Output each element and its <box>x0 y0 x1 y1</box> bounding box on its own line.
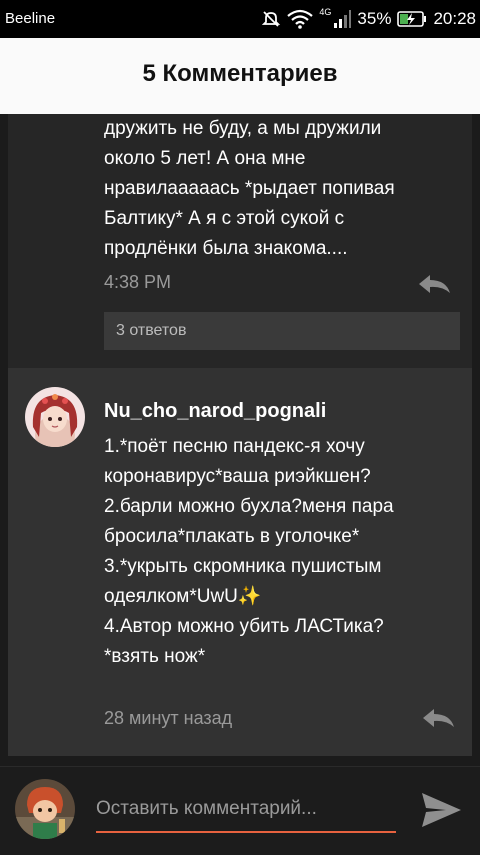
replies-button[interactable]: 3 ответов <box>104 312 460 350</box>
text-line: 1.*поёт песню пандекс-я хочу <box>104 436 365 457</box>
text-line: *взять нож* <box>104 646 206 667</box>
send-icon[interactable] <box>418 789 464 831</box>
text-line: Балтику* А я с этой сукой с <box>104 208 345 229</box>
previous-comment-time: 4:38 PM <box>104 272 172 292</box>
text-line: дружить не буду, а мы дружили <box>104 118 382 139</box>
signal-icon <box>334 10 352 28</box>
text-line: 3.*укрыть скромника пушистым <box>104 556 382 577</box>
reply-icon[interactable] <box>420 706 456 730</box>
clock: 20:28 <box>433 9 476 28</box>
text-line: нравилааааась *рыдает попивая <box>104 178 395 199</box>
sparkles-emoji: ✨ <box>237 586 262 607</box>
comments-list[interactable]: дружить не буду, а мы дружили около 5 ле… <box>0 114 480 766</box>
app-bar: 5 Комментариев <box>0 38 480 114</box>
status-indicators: 4G 35% 20:28 <box>261 0 476 38</box>
mute-icon <box>262 11 281 27</box>
text-line: около 5 лет! А она мне <box>104 148 306 169</box>
text-line: 4.Автор можно убить ЛАСТика? <box>104 616 384 637</box>
comment-card: Nu_cho_narod_pognali 1.*поёт песню панде… <box>8 368 472 756</box>
reply-icon[interactable] <box>416 272 452 296</box>
commenter-avatar[interactable] <box>25 387 85 447</box>
cartoon-character-avatar-image <box>15 779 75 839</box>
comment-composer <box>0 766 480 855</box>
status-bar: Beeline 4G 35% 20:28 <box>0 0 480 38</box>
page-title: 5 Комментариев <box>142 60 338 87</box>
current-user-avatar[interactable] <box>15 779 75 839</box>
text-line: продлёнки была знакома.... <box>104 238 348 259</box>
battery-percent: 35% <box>357 9 392 28</box>
anime-girl-avatar-image <box>25 387 85 447</box>
network-type-label: 4G <box>319 7 332 17</box>
text-line: 2.барли можно бухла?меня пара <box>104 496 394 517</box>
comment-text: 1.*поёт песню пандекс-я хочу коронавирус… <box>104 432 464 672</box>
comment-input[interactable] <box>96 787 396 833</box>
carrier-label: Beeline <box>5 10 56 27</box>
commenter-username[interactable]: Nu_cho_narod_pognali <box>104 400 326 423</box>
text-line: одеялком*UwU✨ <box>104 582 464 612</box>
wifi-icon <box>287 9 314 29</box>
replies-label: 3 ответов <box>116 322 187 339</box>
previous-comment-text: дружить не буду, а мы дружили около 5 ле… <box>104 114 464 264</box>
comment-time: 28 минут назад <box>104 708 233 728</box>
text-line-content: одеялком*UwU <box>104 586 238 607</box>
text-line: бросила*плакать в уголочке* <box>104 526 360 547</box>
text-line: коронавирус*ваша риэйкшен? <box>104 466 371 487</box>
battery-charging-icon <box>397 11 427 27</box>
